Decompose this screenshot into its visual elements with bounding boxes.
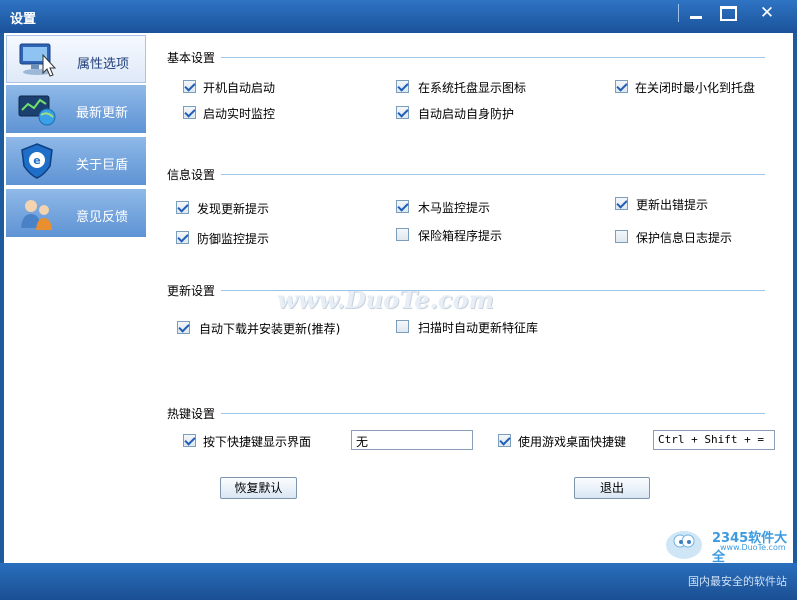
sidebar-item-label: 关于巨盾 — [76, 158, 129, 173]
checkbox-label: 保险箱程序提示 — [418, 229, 503, 243]
title-bar: 设置 ✕ — [0, 0, 797, 33]
checkbox-show-ui-hotkey[interactable] — [183, 434, 196, 447]
show-ui-hotkey-input[interactable]: 无 — [351, 430, 473, 450]
checkbox-self-protect[interactable] — [396, 106, 409, 119]
logo-url: www.DuoTe.com — [720, 543, 786, 552]
section-title-update: 更新设置 — [167, 284, 216, 298]
close-icon: ✕ — [759, 3, 775, 23]
section-divider — [221, 57, 765, 58]
checkbox-label: 开机自动启动 — [203, 81, 276, 95]
section-title-info: 信息设置 — [167, 168, 216, 182]
game-desktop-hotkey-input[interactable]: Ctrl + Shift + = — [653, 430, 775, 450]
checkbox-realtime-monitor[interactable] — [183, 106, 196, 119]
checkbox-protect-log-alert[interactable] — [615, 230, 628, 243]
settings-window: 设置 ✕ 属性选项 最新更新 e 关于巨盾 意见反馈 www.DuoTe.com… — [0, 0, 797, 600]
close-button[interactable]: ✕ — [752, 2, 782, 26]
site-slogan: 国内最安全的软件站 — [688, 575, 787, 588]
checkbox-label: 发现更新提示 — [197, 202, 270, 216]
checkbox-label: 自动启动自身防护 — [418, 107, 515, 121]
section-title-hotkey: 热键设置 — [167, 407, 216, 421]
checkbox-label: 保护信息日志提示 — [636, 231, 733, 245]
checkbox-label: 启动实时监控 — [203, 107, 276, 121]
sidebar-item-about[interactable]: e 关于巨盾 — [6, 137, 146, 185]
checkbox-scan-update-signatures[interactable] — [396, 320, 409, 333]
checkbox-label: 在系统托盘显示图标 — [418, 81, 527, 95]
minimize-icon — [690, 16, 702, 19]
maximize-button[interactable] — [712, 2, 742, 26]
site-logo: 2345软件大全 www.DuoTe.com — [662, 523, 796, 565]
checkbox-update-error-alert[interactable] — [615, 197, 628, 210]
section-divider — [221, 174, 765, 175]
checkbox-autostart[interactable] — [183, 80, 196, 93]
checkbox-label: 扫描时自动更新特征库 — [418, 321, 539, 335]
users-feedback-icon — [21, 200, 52, 230]
checkbox-vault-alert[interactable] — [396, 228, 409, 241]
section-divider — [221, 290, 765, 291]
checkbox-defense-alert[interactable] — [176, 231, 189, 244]
mascot-logo-icon — [666, 531, 702, 559]
computer-cursor-icon — [19, 43, 57, 77]
checkbox-game-desktop-hotkey[interactable] — [498, 434, 511, 447]
checkbox-label: 木马监控提示 — [418, 201, 491, 215]
section-divider — [221, 413, 765, 414]
checkbox-label: 更新出错提示 — [636, 198, 709, 212]
sidebar-item-label: 最新更新 — [76, 106, 129, 121]
update-chart-globe-icon — [18, 95, 56, 126]
checkbox-label: 防御监控提示 — [197, 232, 270, 246]
checkbox-label: 按下快捷键显示界面 — [203, 435, 312, 449]
checkbox-auto-install-update[interactable] — [177, 321, 190, 334]
shield-e-icon: e — [21, 143, 53, 179]
checkbox-tray-icon[interactable] — [396, 80, 409, 93]
sidebar-item-updates[interactable]: 最新更新 — [6, 85, 146, 133]
checkbox-label: 在关闭时最小化到托盘 — [635, 81, 756, 95]
exit-button[interactable]: 退出 — [574, 477, 650, 499]
checkbox-trojan-alert[interactable] — [396, 200, 409, 213]
checkbox-label: 使用游戏桌面快捷键 — [518, 435, 627, 449]
sidebar-item-feedback[interactable]: 意见反馈 — [6, 189, 146, 237]
sidebar-item-properties[interactable]: 属性选项 — [6, 35, 146, 83]
checkbox-minimize-to-tray[interactable] — [615, 80, 628, 93]
sidebar-item-label: 属性选项 — [77, 57, 130, 72]
svg-text:e: e — [33, 154, 40, 167]
window-title: 设置 — [10, 12, 37, 27]
sidebar-item-label: 意见反馈 — [76, 210, 129, 225]
minimize-button[interactable] — [680, 2, 710, 26]
status-bar: 国内最安全的软件站 — [0, 563, 797, 600]
checkbox-update-alert[interactable] — [176, 201, 189, 214]
titlebar-divider — [678, 4, 679, 22]
section-title-basic: 基本设置 — [167, 51, 216, 65]
maximize-icon — [720, 6, 737, 21]
checkbox-label: 自动下载并安装更新(推荐) — [199, 322, 341, 336]
restore-defaults-button[interactable]: 恢复默认 — [220, 477, 297, 499]
sidebar: 属性选项 最新更新 e 关于巨盾 意见反馈 — [4, 33, 157, 563]
settings-panel: www.DuoTe.com 基本设置 开机自动启动 在系统托盘显示图标 在关闭时… — [157, 33, 796, 565]
